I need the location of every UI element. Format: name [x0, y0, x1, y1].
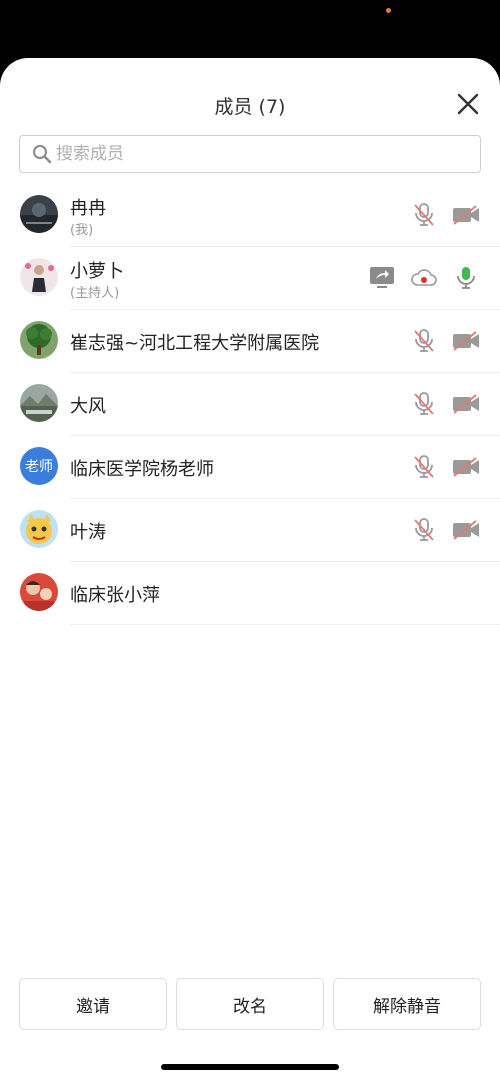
- member-name: 临床医学院杨老师: [70, 459, 214, 480]
- avatar: [20, 321, 58, 359]
- camera-off-icon[interactable]: [452, 201, 480, 229]
- camera-off-icon[interactable]: [452, 516, 480, 544]
- member-row-ranran[interactable]: 冉冉 (我): [0, 184, 500, 247]
- cloud-record-icon[interactable]: [410, 264, 438, 292]
- member-name: 大风: [70, 396, 106, 417]
- avatar-initials: 老师: [25, 459, 53, 475]
- mic-muted-icon[interactable]: [410, 516, 438, 544]
- camera-off-icon[interactable]: [452, 453, 480, 481]
- camera-off-icon[interactable]: [452, 327, 480, 355]
- member-name: 小萝卜: [70, 261, 124, 282]
- action-bar: 邀请 改名 解除静音: [19, 978, 481, 1030]
- avatar: [20, 573, 58, 611]
- mic-muted-icon[interactable]: [410, 453, 438, 481]
- members-sheet: 成员 (7) 冉冉 (我): [0, 58, 500, 1082]
- mic-muted-icon[interactable]: [410, 201, 438, 229]
- camera-off-icon[interactable]: [452, 390, 480, 418]
- member-name: 临床张小萍: [70, 585, 160, 606]
- search-icon: [32, 144, 52, 164]
- member-status-icons: [410, 201, 480, 229]
- member-name: 崔志强~河北工程大学附属医院: [70, 333, 320, 354]
- search-input[interactable]: [56, 144, 456, 164]
- status-indicator-dot: [386, 8, 391, 13]
- mic-icon[interactable]: [452, 264, 480, 292]
- screen-share-icon[interactable]: [368, 264, 396, 292]
- member-row-cui[interactable]: 崔志强~河北工程大学附属医院: [0, 310, 500, 373]
- invite-button[interactable]: 邀请: [19, 978, 167, 1030]
- sheet-header: 成员 (7): [0, 58, 500, 173]
- member-name: 叶涛: [70, 522, 106, 543]
- avatar: [20, 384, 58, 422]
- member-role: (我): [70, 223, 94, 238]
- close-icon[interactable]: [456, 92, 480, 116]
- avatar: [20, 195, 58, 233]
- member-list: 冉冉 (我) 小萝卜 (主持人) 崔志强~河北工程大学附属医院 大风 老师 临床…: [0, 184, 500, 625]
- member-status-icons: [410, 516, 480, 544]
- member-row-dafeng[interactable]: 大风: [0, 373, 500, 436]
- home-indicator: [161, 1064, 339, 1070]
- member-row-zhang[interactable]: 临床张小萍: [0, 562, 500, 625]
- member-row-host[interactable]: 小萝卜 (主持人): [0, 247, 500, 310]
- mic-muted-icon[interactable]: [410, 327, 438, 355]
- avatar: [20, 510, 58, 548]
- member-status-icons: [410, 327, 480, 355]
- search-box[interactable]: [19, 135, 481, 173]
- member-status-icons: [410, 390, 480, 418]
- rename-button[interactable]: 改名: [176, 978, 324, 1030]
- member-role: (主持人): [70, 286, 120, 301]
- mic-muted-icon[interactable]: [410, 390, 438, 418]
- avatar: [20, 258, 58, 296]
- page-title: 成员 (7): [214, 96, 286, 118]
- member-row-teacher-yang[interactable]: 老师 临床医学院杨老师: [0, 436, 500, 499]
- member-name: 冉冉: [70, 198, 106, 219]
- member-row-yetao[interactable]: 叶涛: [0, 499, 500, 562]
- member-status-icons: [368, 264, 480, 292]
- avatar: 老师: [20, 447, 58, 485]
- member-status-icons: [410, 453, 480, 481]
- unmute-button[interactable]: 解除静音: [333, 978, 481, 1030]
